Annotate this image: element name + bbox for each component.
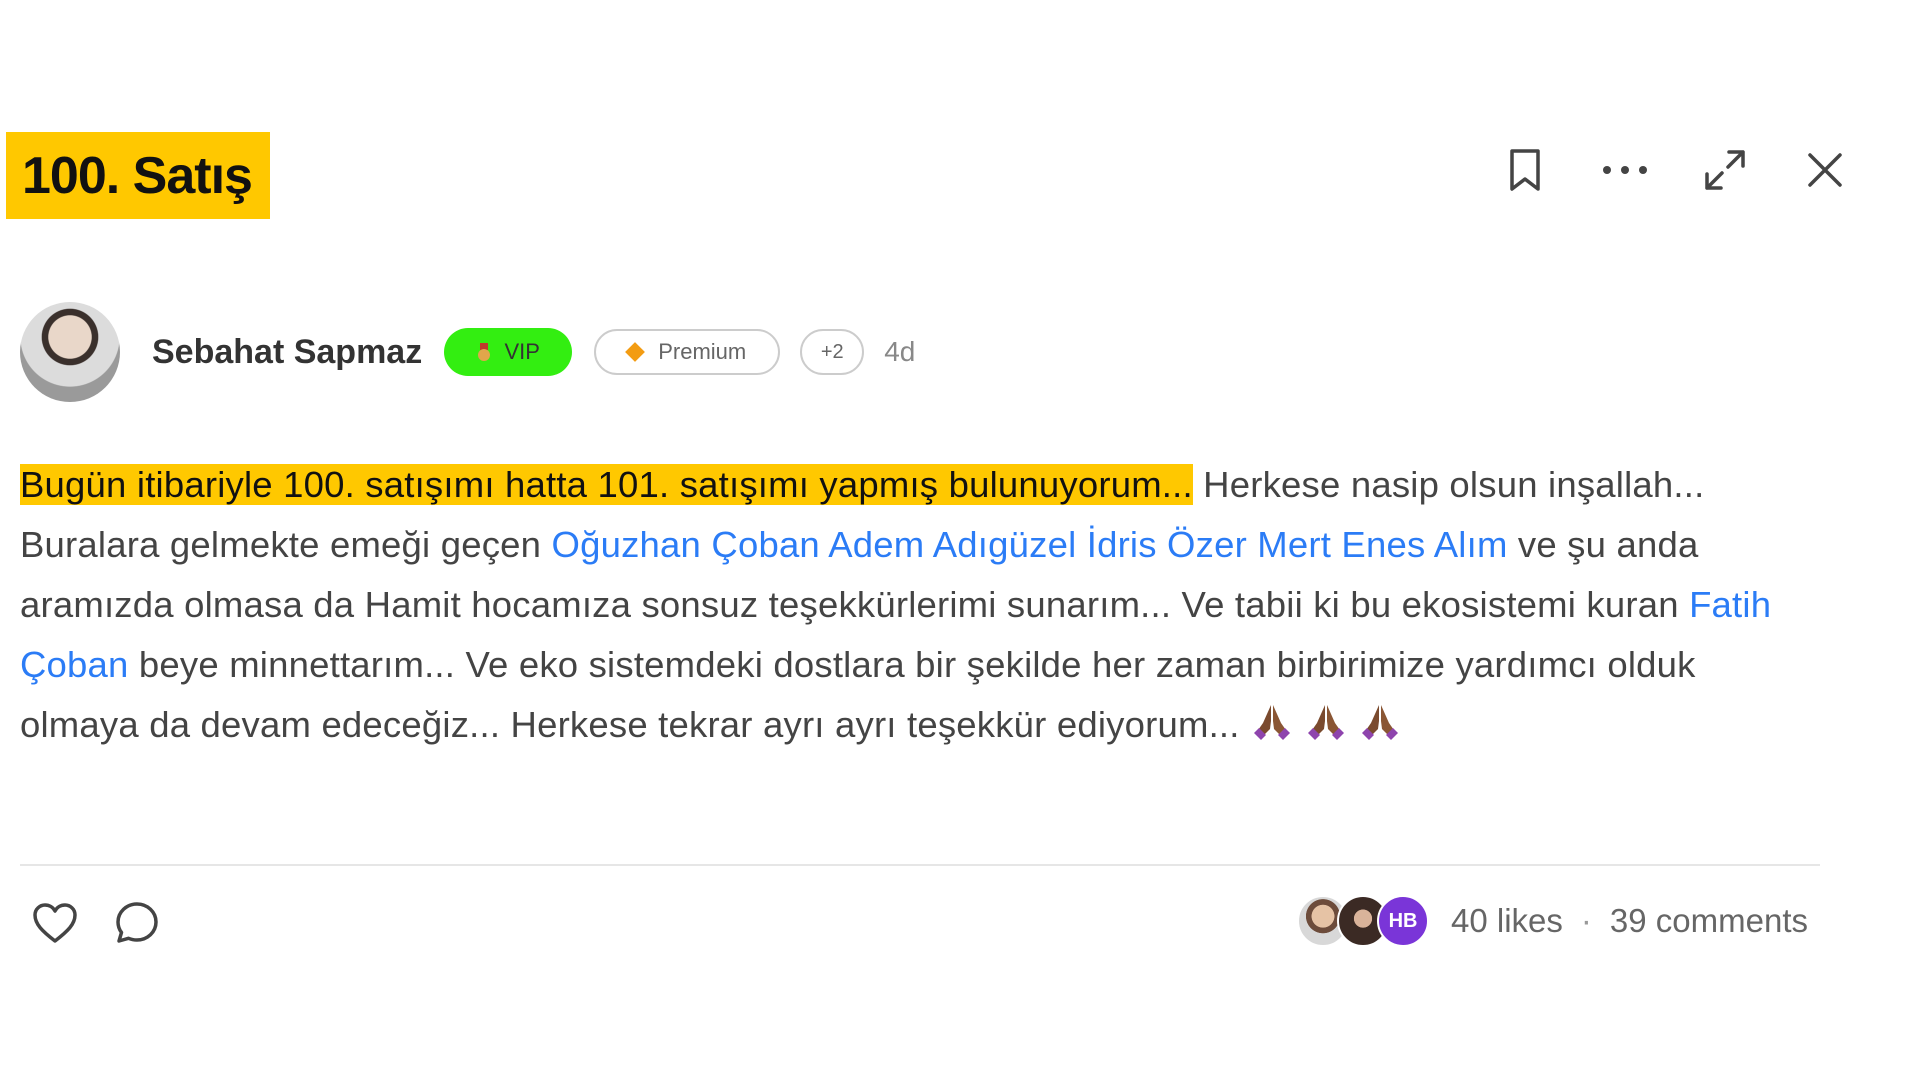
praying-hands-icon <box>1361 705 1398 740</box>
post-modal: 100. Satış Sebahat Sapmaz VIP Premium +2… <box>0 0 1920 1080</box>
author-avatar[interactable] <box>20 302 120 402</box>
author-name[interactable]: Sebahat Sapmaz <box>152 333 422 372</box>
bookmark-icon <box>1510 149 1540 191</box>
mention-idris-ozer[interactable]: İdris Özer <box>1087 524 1247 565</box>
vip-badge[interactable]: VIP <box>444 328 573 376</box>
post-time: 4d <box>884 336 916 367</box>
bookmark-button[interactable] <box>1495 140 1555 200</box>
praying-hands-emojis <box>1240 704 1402 745</box>
close-icon <box>1808 153 1842 187</box>
heart-icon <box>33 903 77 943</box>
liker-avatar-initials: HB <box>1377 895 1430 947</box>
expand-button[interactable] <box>1695 140 1755 200</box>
diamond-icon <box>625 342 646 362</box>
body-text-part-3: beye minnettarım... Ve eko sistemdeki do… <box>20 644 1696 745</box>
more-badges-button[interactable]: +2 <box>800 329 865 375</box>
more-icon <box>1603 166 1647 174</box>
stats-separator: · <box>1580 902 1592 939</box>
premium-badge[interactable]: Premium <box>594 329 781 375</box>
expand-icon <box>1705 150 1745 190</box>
author-row: Sebahat Sapmaz VIP Premium +2 4d <box>20 302 915 402</box>
post-stats: HB 40 likes · 39 comments <box>1297 895 1808 947</box>
premium-badge-label: Premium <box>658 339 747 364</box>
vip-badge-label: VIP <box>504 339 540 364</box>
mention-adem-adiguzel[interactable]: Adem Adıgüzel <box>828 524 1076 565</box>
likes-count[interactable]: 40 likes <box>1451 902 1563 940</box>
comments-count[interactable]: 39 comments <box>1610 902 1808 940</box>
post-title: 100. Satış <box>6 132 270 219</box>
comment-icon <box>116 902 158 943</box>
comment-button[interactable] <box>112 898 162 948</box>
like-button[interactable] <box>30 898 80 948</box>
post-body: Bugün itibariyle 100. satışımı hatta 101… <box>20 455 1820 755</box>
close-button[interactable] <box>1795 140 1855 200</box>
liker-avatars[interactable]: HB <box>1297 895 1430 947</box>
mention-mert-enes-alim[interactable]: Mert Enes Alım <box>1257 524 1507 565</box>
divider <box>20 864 1820 866</box>
praying-hands-icon <box>1253 705 1290 740</box>
more-options-button[interactable] <box>1595 140 1655 200</box>
mention-oguzhan-coban[interactable]: Oğuzhan Çoban <box>552 524 820 565</box>
praying-hands-icon <box>1307 705 1344 740</box>
post-toolbar <box>1495 140 1855 200</box>
post-actions <box>30 898 194 948</box>
highlighted-text: Bugün itibariyle 100. satışımı hatta 101… <box>20 464 1193 505</box>
medal-icon <box>476 343 492 361</box>
